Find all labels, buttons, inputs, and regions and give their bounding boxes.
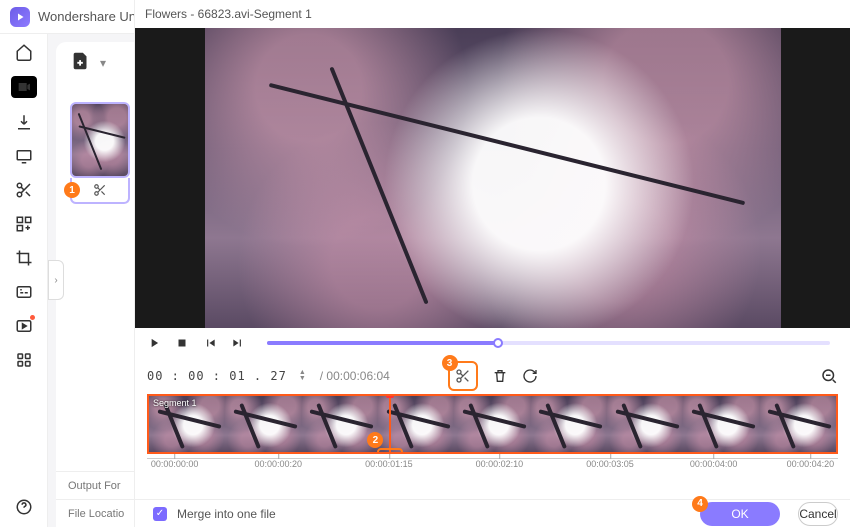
preview-frame-image <box>205 28 781 328</box>
ruler-tick: 00:00:03:05 <box>586 459 634 469</box>
play-box-icon[interactable] <box>14 316 34 336</box>
download-icon[interactable] <box>14 112 34 132</box>
segment-label: Segment 1 <box>153 398 197 408</box>
help-icon[interactable] <box>14 497 34 517</box>
home-icon[interactable] <box>14 42 34 62</box>
playhead-marker[interactable]: 2 <box>389 394 391 454</box>
time-toolbar: 00 : 00 : 01 . 27 ▲▼ / 00:00:06:04 3 <box>135 358 850 394</box>
subtitle-icon[interactable] <box>14 282 34 302</box>
cancel-button[interactable]: Cancel <box>798 502 838 526</box>
screen-icon[interactable] <box>14 146 34 166</box>
callout-badge-1: 1 <box>64 182 80 198</box>
timecode-input[interactable]: 00 : 00 : 01 . 27 <box>147 369 287 383</box>
ruler-tick: 00:00:00:20 <box>255 459 303 469</box>
editor-title: Flowers - 66823.avi-Segment 1 <box>135 0 850 28</box>
playback-bar <box>135 328 850 358</box>
video-preview[interactable] <box>135 28 850 328</box>
left-rail <box>0 34 48 527</box>
zoom-out-icon[interactable] <box>820 367 838 385</box>
expand-sidebar-button[interactable]: › <box>48 260 64 300</box>
trim-editor-panel: Flowers - 66823.avi-Segment 1 00 : 00 : … <box>134 0 850 527</box>
time-ruler[interactable]: 00:00:00:00 00:00:00:20 00:00:01:15 00:0… <box>147 458 838 482</box>
merge-checkbox[interactable]: ✓ <box>153 507 167 521</box>
file-location-label: File Locatio <box>68 508 138 520</box>
add-media-button[interactable] <box>70 50 96 76</box>
output-format-label: Output For <box>68 480 138 492</box>
ok-button-label: OK <box>731 507 748 521</box>
stop-icon[interactable] <box>175 336 189 350</box>
play-icon[interactable] <box>147 336 161 350</box>
timeline-strip[interactable]: Segment 1 2 <box>147 394 838 454</box>
app-title: Wondershare UniC <box>38 9 148 24</box>
prev-frame-icon[interactable] <box>203 336 217 350</box>
ruler-tick: 00:00:01:15 <box>365 459 413 469</box>
app-logo <box>10 7 30 27</box>
progress-slider[interactable] <box>267 341 830 345</box>
delete-icon[interactable] <box>492 368 508 384</box>
ruler-tick: 00:00:04:00 <box>690 459 738 469</box>
callout-badge-4: 4 <box>692 496 708 512</box>
clip-thumbnail[interactable]: 1 <box>70 102 130 204</box>
next-frame-icon[interactable] <box>231 336 245 350</box>
thumbnail-image <box>72 104 128 176</box>
ok-button[interactable]: 4 OK <box>700 502 780 526</box>
video-icon[interactable] <box>11 76 37 98</box>
ruler-tick: 00:00:04:20 <box>787 459 835 469</box>
merge-label: Merge into one file <box>177 507 276 521</box>
crop-icon[interactable] <box>14 248 34 268</box>
duration-label: / 00:00:06:04 <box>320 369 390 383</box>
cut-button[interactable]: 3 <box>448 361 478 391</box>
chevron-down-icon[interactable]: ▾ <box>100 56 106 70</box>
redo-icon[interactable] <box>522 368 538 384</box>
ruler-tick: 00:00:02:10 <box>476 459 524 469</box>
scissors-icon[interactable] <box>93 183 107 197</box>
callout-badge-3: 3 <box>442 355 458 371</box>
scissors-icon[interactable] <box>14 180 34 200</box>
ruler-tick: 00:00:00:00 <box>151 459 199 469</box>
timecode-stepper[interactable]: ▲▼ <box>299 370 306 382</box>
apps-icon[interactable] <box>14 350 34 370</box>
grid-add-icon[interactable] <box>14 214 34 234</box>
